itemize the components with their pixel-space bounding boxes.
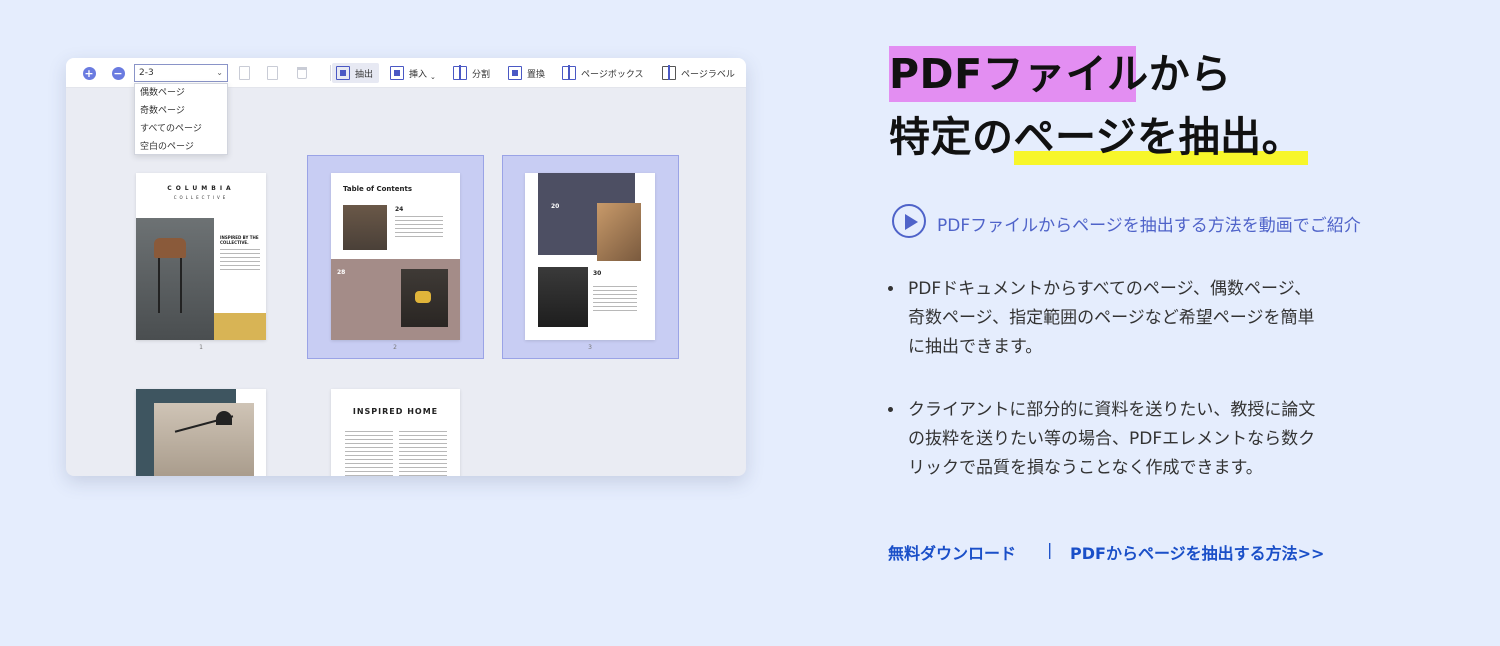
- chevron-down-icon: ⌄: [216, 68, 223, 77]
- insert-icon: [390, 66, 404, 80]
- replace-label: 置換: [527, 69, 546, 80]
- zoom-in-icon[interactable]: +: [81, 65, 97, 81]
- extract-icon: [336, 66, 350, 80]
- page-label-label: ページラベル: [681, 69, 735, 80]
- page-label-icon: [662, 65, 676, 80]
- thumb-photo-2: [401, 269, 448, 327]
- feature-bullet-2: クライアントに部分的に資料を送りたい、教授に論文 の抜粋を送りたい等の場合、PD…: [888, 396, 1348, 483]
- bullet-line: リックで品質を損なうことなく作成できます。: [908, 458, 1263, 478]
- trash-icon[interactable]: [294, 65, 310, 81]
- thumb-title: COLUMBIA: [167, 185, 235, 192]
- dropdown-item-all[interactable]: すべてのページ: [135, 120, 227, 138]
- thumb-lamp-photo: [154, 403, 254, 476]
- page-number: 1: [199, 344, 203, 351]
- headline-line-1: PDFファイルから: [889, 54, 1232, 95]
- dropdown-item-odd[interactable]: 奇数ページ: [135, 102, 227, 120]
- thumb-text-lines: [345, 431, 393, 476]
- bullet-line: 奇数ページ、指定範囲のページなど希望ページを簡単: [908, 308, 1315, 328]
- thumb-photo-2: [538, 267, 588, 327]
- thumb-title: INSPIRED HOME: [352, 407, 439, 416]
- page-box-button[interactable]: ページボックス: [562, 63, 644, 83]
- thumb-number-1: 24: [395, 206, 404, 213]
- thumb-text-lines: [593, 286, 637, 312]
- thumb-text-lines: [220, 249, 260, 273]
- free-download-link[interactable]: 無料ダウンロード: [888, 540, 1016, 564]
- headline-part-2a: 特定の: [889, 113, 1014, 161]
- page-range-select[interactable]: 2-3 ⌄: [134, 64, 228, 82]
- page-box-label: ページボックス: [581, 69, 644, 80]
- page-range-dropdown: 偶数ページ 奇数ページ すべてのページ 空白のページ: [134, 83, 228, 155]
- bullet-line: クライアントに部分的に資料を送りたい、教授に論文: [908, 400, 1316, 420]
- bullet-line: の抜粋を送りたい等の場合、PDFエレメントなら数ク: [908, 429, 1316, 449]
- thumb-number-2: 28: [337, 269, 346, 276]
- headline-highlight-2: ページを抽出。: [1013, 113, 1304, 161]
- headline-line-2: 特定のページを抽出。: [889, 117, 1303, 158]
- dropdown-item-blank[interactable]: 空白のページ: [135, 138, 227, 156]
- replace-button[interactable]: 置換: [508, 63, 545, 83]
- bullet-dot: [888, 407, 893, 412]
- page-thumbnail-4[interactable]: [136, 389, 266, 476]
- thumb-subtitle: COLLECTIVE: [173, 195, 229, 200]
- thumb-yellow-block: [214, 313, 266, 340]
- extract-button[interactable]: 抽出: [332, 63, 380, 83]
- thumb-photo-1: [597, 203, 641, 261]
- split-button[interactable]: 分割: [453, 63, 490, 83]
- thumb-photo-1: [343, 205, 387, 250]
- chevron-down-icon: ⌄: [430, 73, 436, 81]
- page-box-icon: [562, 65, 576, 80]
- insert-button[interactable]: 挿入 ⌄: [390, 63, 436, 83]
- page-thumbnail-2[interactable]: Table of Contents 24 28: [331, 173, 460, 340]
- bullet-line: PDFドキュメントからすべてのページ、偶数ページ、: [908, 279, 1312, 299]
- pdf-editor-window: + − 2-3 ⌄ 抽出 挿入 ⌄ 分割 置換 ページボックス ページラベル 偶…: [66, 58, 746, 476]
- chair-photo: [136, 218, 214, 340]
- thumb-side-heading: INSPIRED BY THE COLLECTIVE.: [220, 235, 259, 245]
- page-number: 3: [588, 344, 592, 351]
- toolbar-divider: [330, 65, 331, 81]
- thumb-title: Table of Contents: [343, 185, 413, 193]
- feature-bullet-1: PDFドキュメントからすべてのページ、偶数ページ、 奇数ページ、指定範囲のページ…: [888, 275, 1348, 362]
- split-label: 分割: [472, 69, 491, 80]
- page-thumbnail-3[interactable]: 20 30: [525, 173, 655, 340]
- replace-icon: [508, 66, 522, 80]
- headline-rest-1: から: [1148, 50, 1232, 98]
- bullet-line: に抽出できます。: [908, 337, 1043, 357]
- page-thumbnail-1[interactable]: COLUMBIA COLLECTIVE INSPIRED BY THE COLL…: [136, 173, 266, 340]
- bullet-dot: [888, 286, 893, 291]
- page-paste-icon[interactable]: [264, 65, 280, 81]
- cta-separator: |: [1047, 540, 1053, 559]
- split-icon: [453, 65, 467, 80]
- thumb-number-1: 20: [551, 203, 560, 210]
- thumb-number-2: 30: [593, 270, 602, 277]
- zoom-out-icon[interactable]: −: [110, 65, 126, 81]
- thumb-text-lines: [399, 431, 447, 476]
- howto-link[interactable]: PDFからページを抽出する方法>>: [1070, 540, 1324, 564]
- thumb-text-lines: [395, 216, 443, 240]
- extract-label: 抽出: [355, 69, 374, 80]
- page-range-value: 2-3: [139, 68, 154, 78]
- page-thumbnail-5[interactable]: INSPIRED HOME: [331, 389, 460, 476]
- page-label-button[interactable]: ページラベル: [662, 63, 735, 83]
- headline-highlight-1: PDFファイル: [889, 50, 1149, 98]
- page-copy-icon[interactable]: [236, 65, 252, 81]
- dropdown-item-even[interactable]: 偶数ページ: [135, 84, 227, 102]
- play-icon[interactable]: [892, 204, 926, 238]
- video-link[interactable]: PDFファイルからページを抽出する方法を動画でご紹介: [937, 211, 1361, 236]
- insert-label: 挿入: [409, 69, 428, 80]
- page-number: 2: [393, 344, 397, 351]
